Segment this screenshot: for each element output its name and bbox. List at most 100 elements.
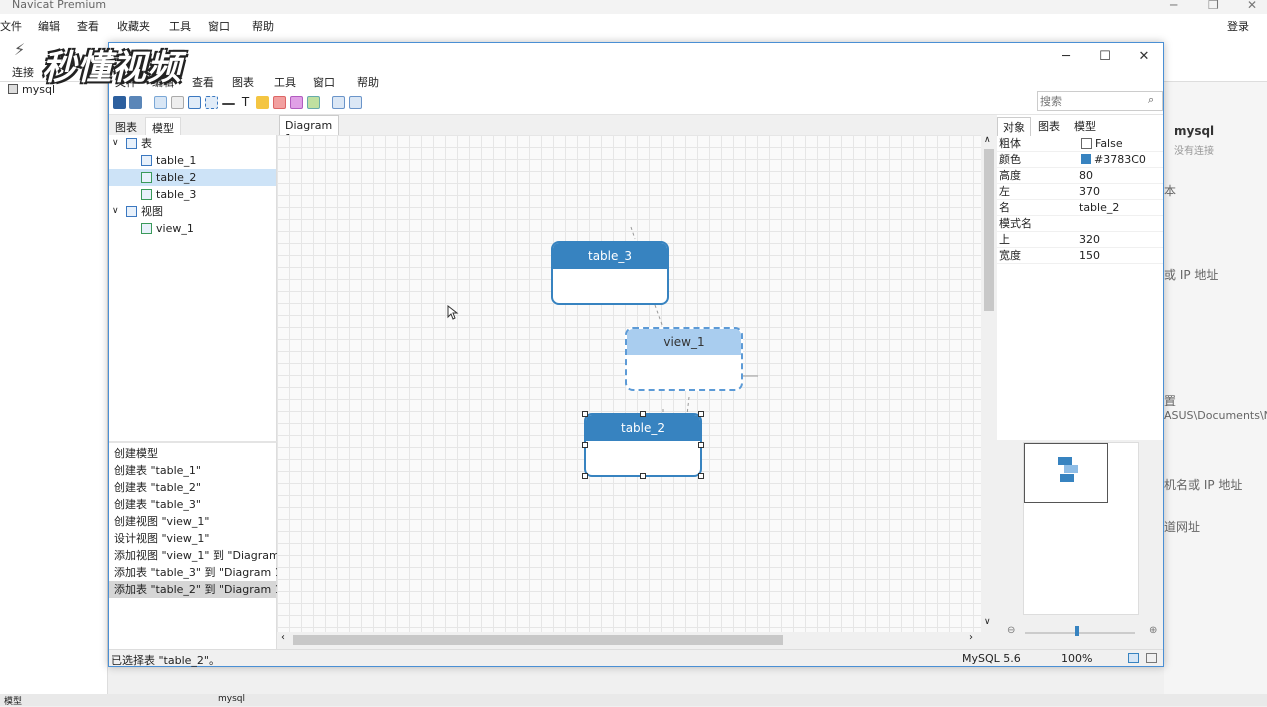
tab-diagram[interactable]: 图表 <box>1033 117 1065 135</box>
checkbox-icon[interactable] <box>1081 138 1092 149</box>
text-icon[interactable]: T <box>239 96 252 109</box>
prop-value[interactable]: 150 <box>1079 248 1100 264</box>
tab-model[interactable]: 模型 <box>145 117 181 135</box>
prop-row-color[interactable]: 颜色 #3783C0 <box>997 152 1163 168</box>
diagram-table-table_3[interactable]: table_3 <box>551 241 669 305</box>
resize-handle[interactable] <box>698 473 704 479</box>
tab-object[interactable]: 对象 <box>997 117 1031 136</box>
image-icon[interactable] <box>273 96 286 109</box>
zoom-slider-thumb[interactable] <box>1075 626 1079 636</box>
scroll-left-icon[interactable]: ‹ <box>281 632 285 643</box>
panel-toggle-icon-2[interactable] <box>1146 653 1157 663</box>
resize-handle[interactable] <box>640 473 646 479</box>
history-item[interactable]: 添加表 "table_3" 到 "Diagram 1" <box>109 564 287 581</box>
tab-diagram-1[interactable]: Diagram 1 <box>279 115 339 145</box>
history-item[interactable]: 创建模型 <box>109 445 276 462</box>
tree-item-table_1[interactable]: table_1 <box>109 152 276 169</box>
prop-value[interactable]: table_2 <box>1079 200 1119 216</box>
resize-handle[interactable] <box>698 411 704 417</box>
history-item[interactable]: 创建视图 "view_1" <box>109 513 276 530</box>
prop-value[interactable]: #3783C0 <box>1094 152 1146 168</box>
relation-icon[interactable] <box>222 103 235 105</box>
scroll-right-icon[interactable]: › <box>969 632 973 643</box>
menu-favorites[interactable]: 收藏夹 <box>117 18 150 34</box>
history-item[interactable]: 添加视图 "view_1" 到 "Diagram 1" <box>109 547 295 564</box>
tree-item-table_3[interactable]: table_3 <box>109 186 276 203</box>
arrange-icon[interactable] <box>349 96 362 109</box>
search-input[interactable] <box>1040 94 1140 108</box>
tree-group-tables[interactable]: ∨ 表 <box>109 135 276 152</box>
close-icon[interactable]: ✕ <box>1247 0 1257 12</box>
wmenu-view[interactable]: 查看 <box>192 74 214 90</box>
prop-row-left[interactable]: 左 370 <box>997 184 1163 200</box>
tree-group-views[interactable]: ∨ 视图 <box>109 203 276 220</box>
window-close-icon[interactable]: ✕ <box>1129 49 1159 67</box>
menu-tools[interactable]: 工具 <box>169 18 191 34</box>
tab-diagrams[interactable]: 图表 <box>109 117 143 135</box>
window-minimize-icon[interactable]: ─ <box>1051 49 1081 67</box>
resize-handle[interactable] <box>640 411 646 417</box>
tab-model-props[interactable]: 模型 <box>1069 117 1101 135</box>
menu-window[interactable]: 窗口 <box>208 18 230 34</box>
history-item-selected[interactable]: 添加表 "table_2" 到 "Diagram 1" <box>109 581 287 598</box>
align-icon[interactable] <box>332 96 345 109</box>
tree-item-table_2[interactable]: table_2 <box>109 169 276 186</box>
resize-handle[interactable] <box>582 473 588 479</box>
wmenu-diagram[interactable]: 图表 <box>232 74 254 90</box>
pointer-icon[interactable] <box>154 96 167 109</box>
resize-handle[interactable] <box>582 442 588 448</box>
connect-icon[interactable]: ⚡ <box>14 40 25 59</box>
zoom-out-icon[interactable]: ⊖ <box>1007 625 1015 636</box>
history-item[interactable]: 创建表 "table_2" <box>109 479 276 496</box>
resize-handle[interactable] <box>698 442 704 448</box>
menu-view[interactable]: 查看 <box>77 18 99 34</box>
scroll-up-icon[interactable]: ∧ <box>984 135 991 145</box>
prop-value[interactable]: 320 <box>1079 232 1100 248</box>
history-item[interactable]: 创建表 "table_1" <box>109 462 276 479</box>
prop-row-top[interactable]: 上 320 <box>997 232 1163 248</box>
diagram-view-view_1[interactable]: view_1 <box>625 327 743 391</box>
restore-icon[interactable]: ❐ <box>1208 0 1219 12</box>
panel-toggle-icon[interactable] <box>1128 653 1139 663</box>
resize-handle[interactable] <box>582 411 588 417</box>
wmenu-window[interactable]: 窗口 <box>313 74 335 90</box>
diagram-table-table_2[interactable]: table_2 <box>584 413 702 477</box>
prop-row-schema[interactable]: 模式名 <box>997 216 1163 232</box>
connect-button-label[interactable]: 连接 <box>12 64 34 80</box>
zoom-in-icon[interactable]: ⊕ <box>1149 625 1157 636</box>
wmenu-tools[interactable]: 工具 <box>274 74 296 90</box>
new-table-icon[interactable] <box>188 96 201 109</box>
prop-row-bold[interactable]: 粗体 False <box>997 136 1163 152</box>
history-item[interactable]: 创建表 "table_3" <box>109 496 276 513</box>
zoom-slider[interactable] <box>1025 632 1135 634</box>
menu-help[interactable]: 帮助 <box>252 18 274 34</box>
prop-value[interactable]: 80 <box>1079 168 1093 184</box>
menu-edit[interactable]: 编辑 <box>38 18 60 34</box>
history-item[interactable]: 设计视图 "view_1" <box>109 530 276 547</box>
shape-icon[interactable] <box>307 96 320 109</box>
menu-file[interactable]: 文件 <box>0 18 22 34</box>
hand-icon[interactable] <box>171 96 184 109</box>
login-link[interactable]: 登录 <box>1227 18 1249 34</box>
search-box[interactable]: ⌕ <box>1037 91 1163 111</box>
vertical-scroll-thumb[interactable] <box>984 149 994 311</box>
save-icon[interactable] <box>113 96 126 109</box>
chevron-down-icon[interactable]: ∨ <box>112 135 119 152</box>
scroll-down-icon[interactable]: ∨ <box>984 617 991 627</box>
search-icon[interactable]: ⌕ <box>1148 93 1154 107</box>
window-maximize-icon[interactable]: ☐ <box>1090 49 1120 67</box>
diagram-canvas[interactable]: table_3 view_1 table_2 <box>277 135 981 632</box>
minimize-icon[interactable]: ─ <box>1170 0 1177 12</box>
save-as-icon[interactable] <box>129 96 142 109</box>
horizontal-scroll-thumb[interactable] <box>293 635 783 645</box>
tree-item-view_1[interactable]: view_1 <box>109 220 276 237</box>
prop-row-name[interactable]: 名 table_2 <box>997 200 1163 216</box>
chevron-down-icon[interactable]: ∨ <box>112 203 119 220</box>
note-icon[interactable] <box>256 96 269 109</box>
prop-row-width[interactable]: 宽度 150 <box>997 248 1163 264</box>
layer-icon[interactable] <box>290 96 303 109</box>
new-view-icon[interactable] <box>205 96 218 109</box>
prop-value[interactable]: 370 <box>1079 184 1100 200</box>
wmenu-help[interactable]: 帮助 <box>357 74 379 90</box>
prop-row-height[interactable]: 高度 80 <box>997 168 1163 184</box>
